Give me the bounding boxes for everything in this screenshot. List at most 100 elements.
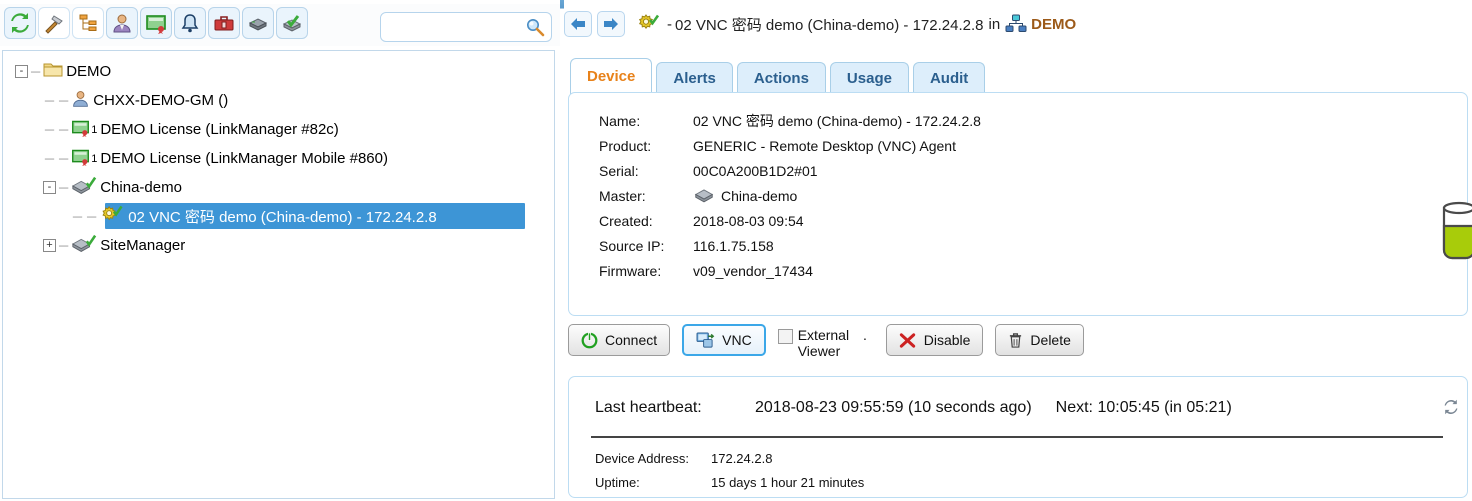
breadcrumb-group: DEMO [1031, 15, 1077, 33]
sitemap-icon [79, 14, 97, 31]
heartbeat-next: Next: 10:05:45 (in 05:21) [1055, 399, 1232, 416]
tab-usage[interactable]: Usage [829, 62, 909, 94]
tree-item-label: China-demo [100, 179, 182, 196]
search-box[interactable] [380, 12, 552, 42]
device-field-label: Product: [599, 138, 652, 154]
tree-item[interactable]: - ─ DEMO [9, 57, 554, 86]
refresh-button[interactable] [4, 7, 36, 39]
tree-item-label: DEMO License (LinkManager Mobile #860) [100, 150, 388, 167]
tree-guide: ─ [59, 180, 69, 195]
folder-icon [43, 61, 63, 82]
heartbeat-row: Device Address: 172.24.2.8 [595, 451, 772, 466]
users-button[interactable] [106, 7, 138, 39]
tree-guide: ─ [59, 93, 69, 108]
tab-actions[interactable]: Actions [736, 62, 826, 94]
gateways-button[interactable] [242, 7, 274, 39]
left-pane: - ─ DEMO ─ ─ CHXX-DEMO-GM () ─ ─ 1 DEMO License (… [0, 0, 560, 501]
gear-ok-icon [99, 204, 125, 229]
tree-item-label: SiteManager [100, 237, 186, 254]
tree-guide: ─ [59, 122, 69, 137]
tree-item[interactable]: ─ ─ 1 DEMO License (LinkManager #82c) [9, 115, 554, 144]
action-button-row: Connect VNC External . Viewer Disable De… [568, 324, 1096, 359]
connect-button[interactable]: Connect [568, 324, 671, 356]
disable-button[interactable]: Disable [885, 324, 984, 356]
search-input[interactable] [388, 17, 518, 37]
external-viewer-checkbox[interactable] [777, 329, 793, 344]
gateway-ok-icon [282, 15, 302, 32]
device-field: Created: 2018-08-03 09:54 [599, 209, 804, 233]
alerts-button[interactable] [174, 7, 206, 39]
external-viewer-control[interactable]: External . Viewer [777, 324, 876, 359]
delete-button[interactable]: Delete [995, 324, 1084, 356]
device-field: Master: China-demo [599, 184, 797, 208]
tree-expander[interactable]: + [43, 239, 56, 252]
heartbeat-row: Uptime: 15 days 1 hour 21 minutes [595, 475, 864, 490]
user-icon [113, 14, 131, 33]
vnc-button[interactable]: VNC [682, 324, 766, 356]
configure-button[interactable] [38, 7, 70, 39]
disable-label: Disable [923, 332, 971, 348]
sitemap-button[interactable] [72, 7, 104, 39]
tree-item[interactable]: + ─ SiteManager [9, 231, 554, 260]
breadcrumb-in-word: in [988, 15, 1001, 33]
connect-label: Connect [605, 332, 658, 348]
gateway-ok-icon [71, 234, 97, 258]
tab-audit[interactable]: Audit [912, 62, 986, 94]
tree-item[interactable]: - ─ China-demo [9, 173, 554, 202]
search-icon[interactable] [525, 17, 545, 42]
heartbeat-line: Last heartbeat: 2018-08-23 09:55:59 (10 … [595, 399, 1232, 417]
vnc-label: VNC [722, 332, 752, 348]
tree-guide: ─ [31, 64, 41, 79]
device-info-panel: Name: 02 VNC 密码 demo (China-demo) - 172.2… [568, 92, 1468, 316]
tab-device[interactable]: Device [570, 58, 653, 94]
bell-icon [181, 14, 199, 33]
tree-item[interactable]: ─ ─ CHXX-DEMO-GM () [9, 86, 554, 115]
tab-alerts[interactable]: Alerts [656, 62, 733, 94]
hammer-icon [45, 15, 63, 34]
device-field: Serial: 00C0A200B1D2#01 [599, 159, 818, 183]
back-button[interactable] [564, 11, 592, 37]
device-field-label: Serial: [599, 163, 639, 179]
device-field: Name: 02 VNC 密码 demo (China-demo) - 172.2… [599, 109, 981, 133]
tree-item[interactable]: ─ ─ 02 VNC 密码 demo (China-demo) - 172.24.2… [9, 202, 554, 231]
arrow-right-icon [604, 18, 618, 30]
tree-guide: ─ [44, 122, 55, 137]
breadcrumb-text: - 02 VNC 密码 demo (China-demo) - 172.24.2… [636, 13, 1076, 35]
device-field-label: Source IP: [599, 238, 665, 254]
gateways-ok-button[interactable] [276, 7, 308, 39]
gateway-icon [693, 185, 715, 207]
heartbeat-label: Last heartbeat: [595, 399, 702, 416]
tree-expander[interactable]: - [43, 181, 56, 194]
heartbeat-refresh-button[interactable] [1443, 399, 1459, 420]
licenses-button[interactable] [140, 7, 172, 39]
device-field-value: 2018-08-03 09:54 [693, 213, 804, 229]
license-icon [146, 15, 166, 34]
user-icon [71, 89, 90, 112]
red-x-icon [899, 332, 915, 348]
breadcrumb-title: 02 VNC 密码 demo (China-demo) - 172.24.2.8 [675, 16, 984, 34]
green-gauge-icon [1436, 196, 1472, 271]
device-field-value: 02 VNC 密码 demo (China-demo) - 172.24.2.8 [693, 113, 981, 129]
tree-guide: ─ [59, 151, 69, 166]
refresh-icon [1444, 399, 1458, 415]
tree-item[interactable]: ─ ─ 1 DEMO License (LinkManager Mobile #860… [9, 144, 554, 173]
refresh-icon [11, 13, 29, 33]
tree-expander[interactable]: - [15, 65, 28, 78]
forward-button[interactable] [597, 11, 625, 37]
external-viewer-label-line2: Viewer [797, 343, 841, 359]
device-field-value: GENERIC - Remote Desktop (VNC) Agent [693, 138, 956, 154]
device-field-label: Created: [599, 213, 653, 229]
tree-guide: ─ [59, 238, 69, 253]
heartbeat-row-value: 172.24.2.8 [711, 451, 773, 466]
toolbar [0, 4, 560, 46]
device-field-value: 116.1.75.158 [693, 238, 774, 254]
tree-item-label: DEMO License (LinkManager #82c) [100, 121, 339, 138]
device-field: Source IP: 116.1.75.158 [599, 234, 774, 258]
breadcrumb: - 02 VNC 密码 demo (China-demo) - 172.24.2… [564, 8, 1076, 40]
device-tree-panel[interactable]: - ─ DEMO ─ ─ CHXX-DEMO-GM () ─ ─ 1 DEMO License (… [2, 50, 555, 499]
toolbox-button[interactable] [208, 7, 240, 39]
heartbeat-divider [591, 436, 1443, 438]
device-field-value: v09_vendor_17434 [693, 263, 813, 279]
device-field: Firmware: v09_vendor_17434 [599, 259, 813, 283]
heartbeat-row-key: Device Address: [595, 451, 689, 466]
